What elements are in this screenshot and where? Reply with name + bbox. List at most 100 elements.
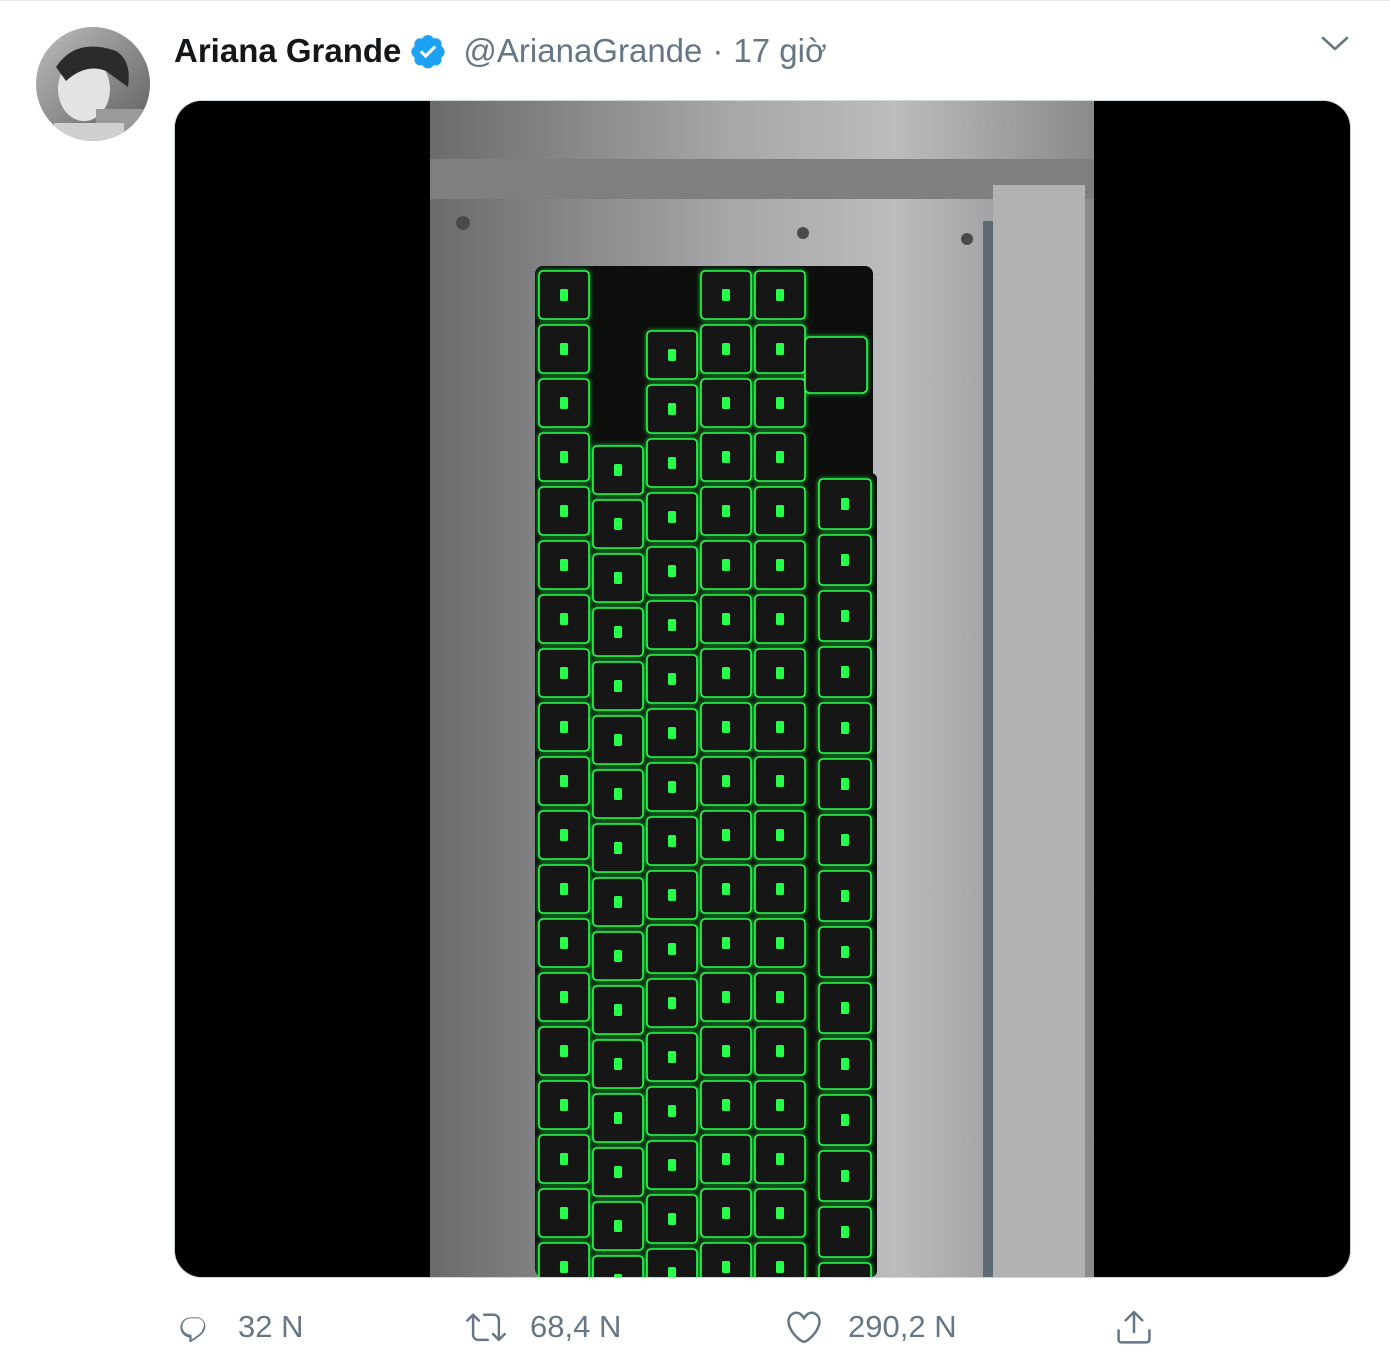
keycap-legend [722,1153,730,1165]
keycap-legend [722,991,730,1003]
keycap-legend [614,1004,622,1016]
keycap-legend [776,775,784,787]
keycap-legend [614,950,622,962]
keycap-legend [560,883,568,895]
keycap-legend [722,1045,730,1057]
separator-dot: · [712,32,724,69]
keycap-legend [841,1114,849,1126]
keycap-legend [722,613,730,625]
tweet-card[interactable]: Ariana Grande @ArianaGrande · 17 giờ 32 … [0,0,1390,1364]
keycap-legend [668,997,676,1009]
keycap-legend [776,397,784,409]
author-name[interactable]: Ariana Grande [174,32,401,70]
keycap-legend [560,613,568,625]
keycap-legend [614,788,622,800]
keycap-legend [668,511,676,523]
keycap-legend [668,1213,676,1225]
keycap-legend [614,626,622,638]
keycap-legend [560,559,568,571]
like-count: 290,2 N [848,1309,957,1344]
keycap-legend [722,721,730,733]
wall-screw [797,227,809,239]
keycap-legend [668,781,676,793]
keycap-legend [841,834,849,846]
keycap-legend [841,554,849,566]
keycap-legend [776,883,784,895]
verified-badge-icon [409,32,447,70]
keycap-legend [722,883,730,895]
keycap-legend [722,343,730,355]
keycap-legend [722,1207,730,1219]
keycap-legend [560,1045,568,1057]
keycap-legend [776,991,784,1003]
keycap-legend [668,457,676,469]
keycap-legend [614,572,622,584]
keycap-legend [668,943,676,955]
keycap-legend [722,937,730,949]
keycap-legend [668,835,676,847]
keycap-legend [776,829,784,841]
avatar-image [36,27,150,141]
keycap-legend [841,1170,849,1182]
keycap-legend [668,349,676,361]
keycap-legend [841,498,849,510]
keycap-legend [614,1166,622,1178]
keycap-legend [560,505,568,517]
timestamp[interactable]: 17 giờ [733,32,826,70]
keycap-legend [776,667,784,679]
keycap-legend [841,1226,849,1238]
keycap-legend [841,1058,849,1070]
keycap [804,336,868,394]
keycap-legend [668,673,676,685]
wall-screw [961,233,973,245]
keycap-legend [776,613,784,625]
keycap-legend [722,559,730,571]
retweet-count: 68,4 N [530,1309,622,1344]
reply-count: 32 N [238,1309,304,1344]
keycap-legend [841,1002,849,1014]
heart-icon [787,1311,821,1344]
keycap-legend [668,403,676,415]
share-button[interactable] [1114,1297,1154,1357]
keycap-legend [614,1112,622,1124]
reply-button[interactable]: 32 N [174,1297,303,1357]
tweet-actions: 32 N 68,4 N 290,2 N [0,1297,1390,1357]
keycap-legend [722,289,730,301]
author-handle[interactable]: @ArianaGrande [463,32,702,70]
keycap-legend [668,1051,676,1063]
keycap-legend [560,1261,568,1273]
keycap-legend [722,775,730,787]
keycap-legend [560,343,568,355]
keycap-legend [841,666,849,678]
wall-screw [456,216,470,230]
keycap-legend [560,1153,568,1165]
reply-icon [180,1317,206,1343]
avatar[interactable] [36,27,150,141]
retweet-icon [466,1313,506,1342]
keycap-legend [614,1274,622,1277]
keycap-legend [776,289,784,301]
keycap-legend [668,727,676,739]
like-button[interactable]: 290,2 N [784,1297,957,1357]
keycap-legend [722,451,730,463]
keycap-legend [560,775,568,787]
keycap-legend [722,397,730,409]
keycap-legend [560,1207,568,1219]
wall-rail [993,185,1085,1277]
keycap-legend [560,397,568,409]
share-icon [1117,1310,1151,1344]
video-frame [175,101,1350,1277]
keycap-legend [776,721,784,733]
more-options-button[interactable] [1316,29,1354,59]
keycap-legend [560,991,568,1003]
keycap-legend [776,505,784,517]
keycap-legend [614,1058,622,1070]
video-media[interactable] [174,100,1351,1278]
keycap-legend [841,722,849,734]
tweet-header: Ariana Grande @ArianaGrande · 17 giờ [174,29,827,73]
keycap-legend [776,451,784,463]
keycap-legend [560,721,568,733]
retweet-button[interactable]: 68,4 N [466,1297,621,1357]
keycap-legend [560,667,568,679]
keycap-legend [722,829,730,841]
